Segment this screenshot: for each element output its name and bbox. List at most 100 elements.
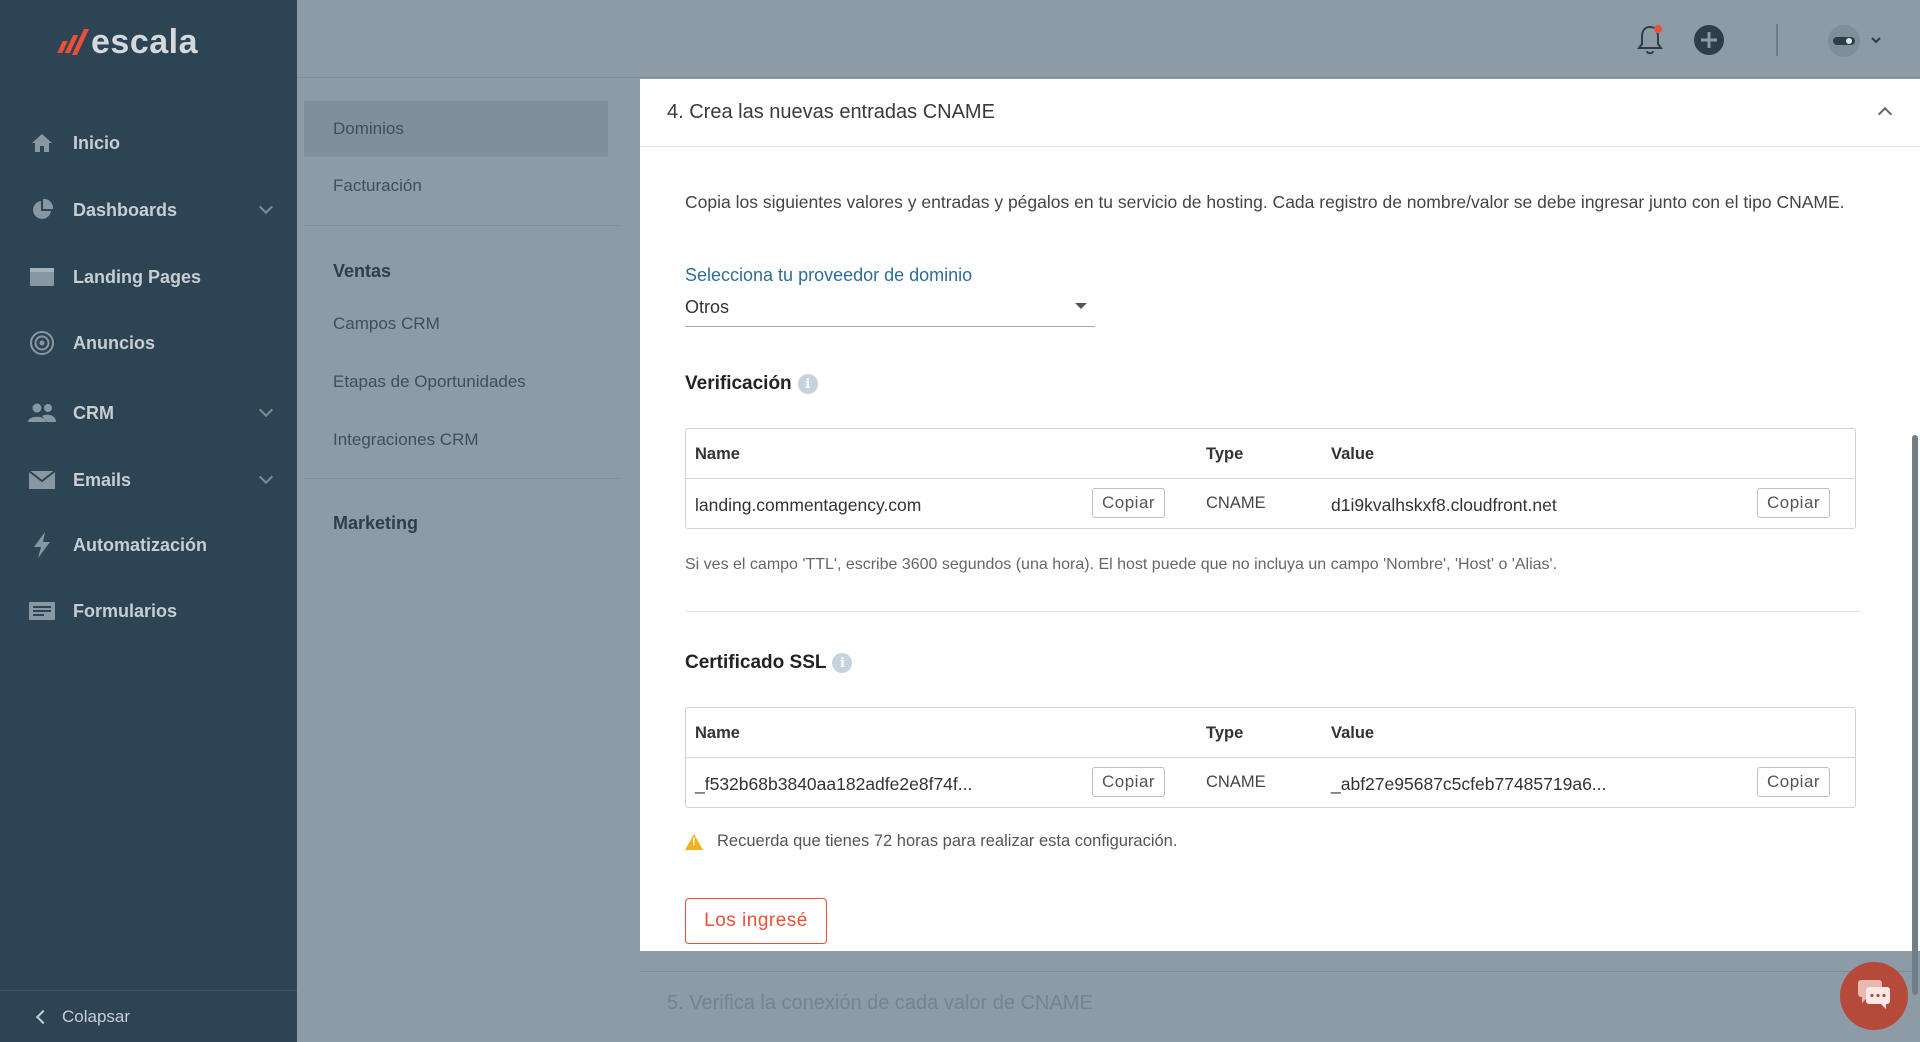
sidebar-item-label: CRM [73,402,114,423]
copy-value-button[interactable]: Copiar [1757,767,1831,797]
copy-value-button[interactable]: Copiar [1757,488,1831,518]
submenu-label: Dominios [333,119,404,138]
submenu-item-etapas[interactable]: Etapas de Oportunidades [304,354,608,410]
column-header-type: Type [1206,445,1244,463]
sidebar-item-dashboards[interactable]: Dashboards [0,188,297,232]
sidebar-item-anuncios[interactable]: Anuncios [0,321,297,365]
sidebar-item-inicio[interactable]: Inicio [0,121,297,165]
submenu-item-integraciones[interactable]: Integraciones CRM [304,412,608,468]
user-menu-button[interactable] [1827,24,1885,63]
topbar-divider [1776,24,1778,56]
time-limit-warning: Recuerda que tienes 72 horas para realiz… [685,832,1177,851]
pie-chart-icon [27,198,57,222]
form-icon [27,599,57,623]
step5-title: 5. Verifica la conexión de cada valor de… [667,992,1093,1014]
verification-title-text: Verificación [685,373,792,394]
submenu-label: Integraciones CRM [333,430,479,449]
sidebar-item-crm[interactable]: CRM [0,391,297,435]
plus-circle-icon [1693,24,1725,61]
step4-description: Copia los siguientes valores y entradas … [685,192,1845,212]
provider-label: Selecciona tu proveedor de dominio [685,265,973,285]
record-name: _f532b68b3840aa182adfe2e8f74f... [695,774,973,794]
create-new-button[interactable] [1693,24,1725,61]
step5-panel[interactable]: 5. Verifica la conexión de cada valor de… [640,971,1912,1042]
chat-bubble-icon [1856,978,1892,1015]
los-ingrese-button[interactable]: Los ingresé [685,898,827,944]
submenu-label: Facturación [333,176,422,195]
submenu-item-facturacion[interactable]: Facturación [304,158,608,214]
sidebar-item-label: Formularios [73,600,178,621]
logo-mark-icon [57,29,90,55]
provider-select[interactable]: Otros [685,295,1095,327]
envelope-icon [27,468,57,492]
collapse-sidebar-button[interactable]: Colapsar [0,990,297,1042]
verification-section-title: Verificación i [685,373,818,395]
sidebar-item-label: Inicio [73,132,121,153]
column-header-name: Name [695,445,740,463]
section-divider [685,611,1861,612]
ssl-table: Name Type Value _f532b68b3840aa182adfe2e… [685,707,1856,808]
record-value: _abf27e95687c5cfeb77485719a6... [1331,774,1607,794]
chevron-left-icon [35,1009,51,1024]
target-icon [27,331,57,355]
home-icon [27,131,57,155]
sidebar-item-label: Anuncios [73,332,156,353]
step4-header[interactable]: 4. Crea las nuevas entradas CNAME [640,79,1920,147]
sidebar-item-automatizacion[interactable]: Automatización [0,523,297,567]
record-value: d1i9kvalhskxf8.cloudfront.net [1331,495,1557,515]
chevron-up-icon[interactable] [1877,106,1893,122]
users-icon [27,401,57,425]
column-header-value: Value [1331,724,1375,742]
record-name: landing.commentagency.com [695,495,922,515]
record-type: CNAME [1206,494,1266,512]
column-header-value: Value [1331,445,1375,463]
info-icon[interactable]: i [797,374,818,394]
ssl-section-title: Certificado SSL i [685,652,853,674]
sidebar-item-label: Automatización [73,534,208,555]
browser-window-icon [27,265,57,289]
submenu-divider [304,225,620,226]
scrollbar[interactable] [1912,435,1918,995]
submenu-label: Campos CRM [333,314,440,333]
column-header-name: Name [695,724,740,742]
bell-icon [1635,24,1665,61]
info-icon[interactable]: i [832,653,853,673]
sidebar-item-landing-pages[interactable]: Landing Pages [0,255,297,299]
sidebar-item-label: Dashboards [73,199,178,220]
submenu-item-dominios[interactable]: Dominios [304,101,608,157]
table-header [686,708,1855,758]
submenu-label: Etapas de Oportunidades [333,372,526,391]
sidebar-item-formularios[interactable]: Formularios [0,589,297,633]
avatar [1827,24,1885,63]
provider-select-value: Otros [685,297,730,317]
ssl-title-text: Certificado SSL [685,652,827,673]
submenu-header-marketing[interactable]: Marketing [333,513,418,534]
submenu-divider [304,478,620,479]
verification-table: Name Type Value landing.commentagency.co… [685,428,1856,529]
escala-logo[interactable]: escala [57,22,198,62]
submenu-item-campos-crm[interactable]: Campos CRM [304,296,608,352]
chat-button[interactable] [1840,962,1908,1030]
ttl-note: Si ves el campo 'TTL', escribe 3600 segu… [685,556,1558,573]
logo-text: escala [91,22,198,61]
copy-name-button[interactable]: Copiar [1092,767,1166,797]
chevron-down-icon [258,402,274,418]
warning-icon [685,833,703,850]
copy-name-button[interactable]: Copiar [1092,488,1166,518]
column-header-type: Type [1206,724,1244,742]
top-bar [297,0,1920,78]
lightning-icon [27,532,57,558]
table-header [686,429,1855,479]
record-type: CNAME [1206,773,1266,791]
step4-panel: 4. Crea las nuevas entradas CNAME Copia … [640,79,1920,951]
sidebar-item-label: Landing Pages [73,266,202,287]
warning-text: Recuerda que tienes 72 horas para realiz… [717,832,1178,850]
sidebar: escala Inicio Dashboards Landing Pages A… [0,0,297,1042]
settings-submenu: Dominios Facturación Ventas Campos CRM E… [300,80,620,1042]
notifications-button[interactable] [1635,24,1665,61]
chevron-down-icon [258,199,274,215]
sidebar-item-emails[interactable]: Emails [0,458,297,502]
step4-title: 4. Crea las nuevas entradas CNAME [667,101,995,123]
chevron-down-icon [258,469,274,485]
collapse-label: Colapsar [62,1006,131,1026]
